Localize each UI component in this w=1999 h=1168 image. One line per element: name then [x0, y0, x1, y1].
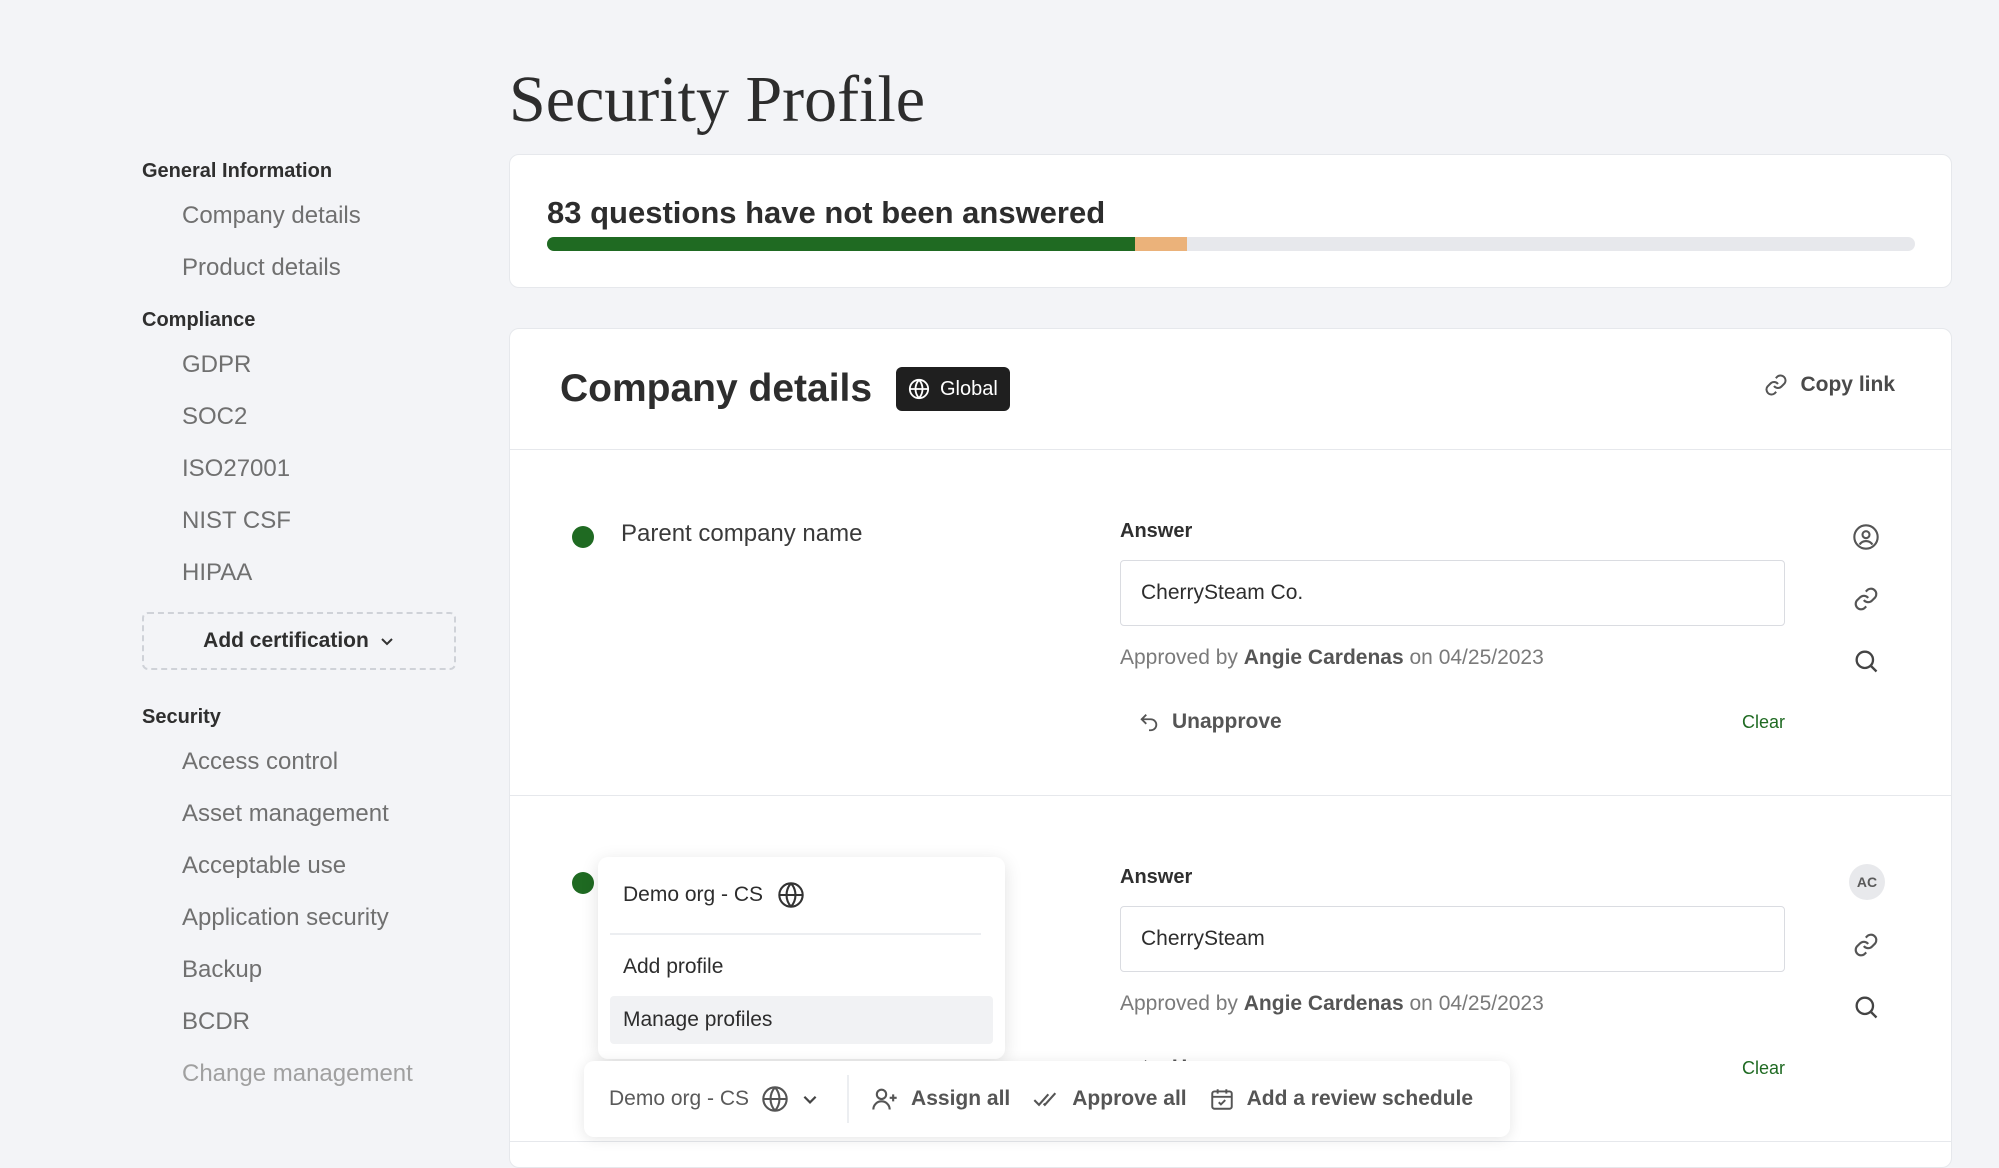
dropdown-current-label: Demo org - CS [623, 883, 764, 906]
status-dot [572, 526, 594, 548]
double-check-icon [1033, 1092, 1057, 1107]
chevron-down-icon [803, 1095, 817, 1104]
globe-icon [762, 1086, 788, 1112]
answer-label: Answer [1120, 866, 1193, 888]
calendar-check-icon [1210, 1089, 1233, 1110]
approve-all-label: Approve all [1072, 1087, 1187, 1110]
approved-prefix: Approved by [1120, 992, 1238, 1015]
search-button[interactable] [1851, 646, 1881, 676]
bulk-action-bar: Demo org - CS Assign all Approve all Add… [584, 1061, 1510, 1137]
user-plus-icon [872, 1088, 897, 1110]
progress-card: 83 questions have not been answered [509, 154, 1952, 288]
approval-info: Approved by Angie Cardenas on 04/25/2023 [1120, 992, 1544, 1016]
assign-user-button[interactable] [1851, 522, 1881, 552]
avatar[interactable]: AC [1849, 864, 1885, 900]
sidebar-item-product-details[interactable]: Product details [142, 245, 462, 297]
answer-label: Answer [1120, 520, 1193, 542]
search-icon [1855, 650, 1878, 673]
question-label: Parent company name [621, 520, 863, 547]
chevron-down-icon [381, 638, 393, 646]
search-button[interactable] [1851, 992, 1881, 1022]
approved-prefix: Approved by [1120, 646, 1238, 669]
page-title: Security Profile [509, 63, 926, 136]
approve-all-button[interactable]: Approve all [1032, 1085, 1187, 1113]
nav-group-general: General Information Company details Prod… [142, 160, 462, 297]
sidebar-item-soc2[interactable]: SOC2 [142, 394, 462, 446]
add-certification-button[interactable]: Add certification [142, 612, 456, 670]
approved-date: on 04/25/2023 [1409, 992, 1544, 1015]
sidebar-item-hipaa[interactable]: HIPAA [142, 550, 462, 602]
answer-input[interactable] [1120, 560, 1785, 626]
progress-bar [547, 237, 1915, 251]
global-badge-label: Global [940, 377, 998, 400]
status-dot [572, 872, 594, 894]
link-button[interactable] [1851, 930, 1881, 960]
progress-answered-fill [547, 237, 1136, 251]
clear-button[interactable]: Clear [1742, 712, 1785, 733]
add-review-schedule-button[interactable]: Add a review schedule [1209, 1086, 1473, 1112]
approver-name: Angie Cardenas [1243, 992, 1404, 1015]
answer-input[interactable] [1120, 906, 1785, 972]
assign-all-label: Assign all [911, 1087, 1011, 1110]
sidebar-item-access-control[interactable]: Access control [142, 739, 462, 791]
sidebar-item-application-security[interactable]: Application security [142, 895, 462, 947]
approver-name: Angie Cardenas [1243, 646, 1404, 669]
clear-button[interactable]: Clear [1742, 1058, 1785, 1079]
details-title: Company details [560, 367, 873, 410]
sidebar-item-gdpr[interactable]: GDPR [142, 342, 462, 394]
unapprove-button[interactable]: Unapprove [1138, 710, 1282, 734]
globe-icon [778, 882, 804, 908]
sidebar-item-backup[interactable]: Backup [142, 947, 462, 999]
unanswered-count-text: 83 questions have not been answered [547, 195, 1106, 230]
copy-link-label: Copy link [1800, 373, 1895, 396]
nav-group-compliance: Compliance GDPR SOC2 ISO27001 NIST CSF H… [142, 309, 462, 670]
section-title-general: General Information [142, 160, 333, 182]
sidebar-item-change-management[interactable]: Change management [142, 1051, 462, 1103]
menu-item-manage-profiles[interactable]: Manage profiles [610, 996, 993, 1044]
approval-info: Approved by Angie Cardenas on 04/25/2023 [1120, 646, 1544, 670]
undo-icon [1140, 714, 1158, 732]
profile-selector[interactable]: Demo org - CS [609, 1075, 850, 1123]
link-icon [1854, 933, 1878, 957]
sidebar: General Information Company details Prod… [142, 160, 462, 1115]
question-row: Parent company name Answer Approved by A… [510, 450, 1951, 796]
sidebar-item-company-details[interactable]: Company details [142, 193, 462, 245]
dropdown-current-profile[interactable]: Demo org - CS [610, 857, 981, 935]
add-review-schedule-label: Add a review schedule [1246, 1087, 1474, 1110]
sidebar-item-iso27001[interactable]: ISO27001 [142, 446, 462, 498]
menu-item-add-profile[interactable]: Add profile [610, 943, 993, 991]
sidebar-item-bcdr[interactable]: BCDR [142, 999, 462, 1051]
assign-all-button[interactable]: Assign all [871, 1085, 1010, 1113]
globe-icon [908, 378, 930, 400]
profile-dropdown-menu: Demo org - CS Add profile Manage profile… [598, 857, 1005, 1059]
progress-pending-fill [1135, 237, 1188, 251]
sidebar-item-asset-management[interactable]: Asset management [142, 791, 462, 843]
link-icon [1766, 374, 1787, 396]
details-header: Company details Global Copy link [510, 329, 1951, 450]
sidebar-item-nist-csf[interactable]: NIST CSF [142, 498, 462, 550]
profile-selector-label: Demo org - CS [609, 1087, 750, 1110]
link-icon [1854, 587, 1878, 611]
global-badge: Global [896, 367, 1010, 411]
nav-group-security: Security Access control Asset management… [142, 706, 462, 1103]
add-certification-label: Add certification [203, 629, 369, 652]
copy-link-button[interactable]: Copy link [1764, 373, 1895, 397]
user-circle-icon [1853, 524, 1879, 550]
sidebar-item-acceptable-use[interactable]: Acceptable use [142, 843, 462, 895]
search-icon [1855, 996, 1878, 1019]
section-title-compliance: Compliance [142, 309, 256, 331]
unapprove-label: Unapprove [1172, 710, 1282, 733]
section-title-security: Security [142, 706, 221, 728]
link-button[interactable] [1851, 584, 1881, 614]
approved-date: on 04/25/2023 [1409, 646, 1544, 669]
